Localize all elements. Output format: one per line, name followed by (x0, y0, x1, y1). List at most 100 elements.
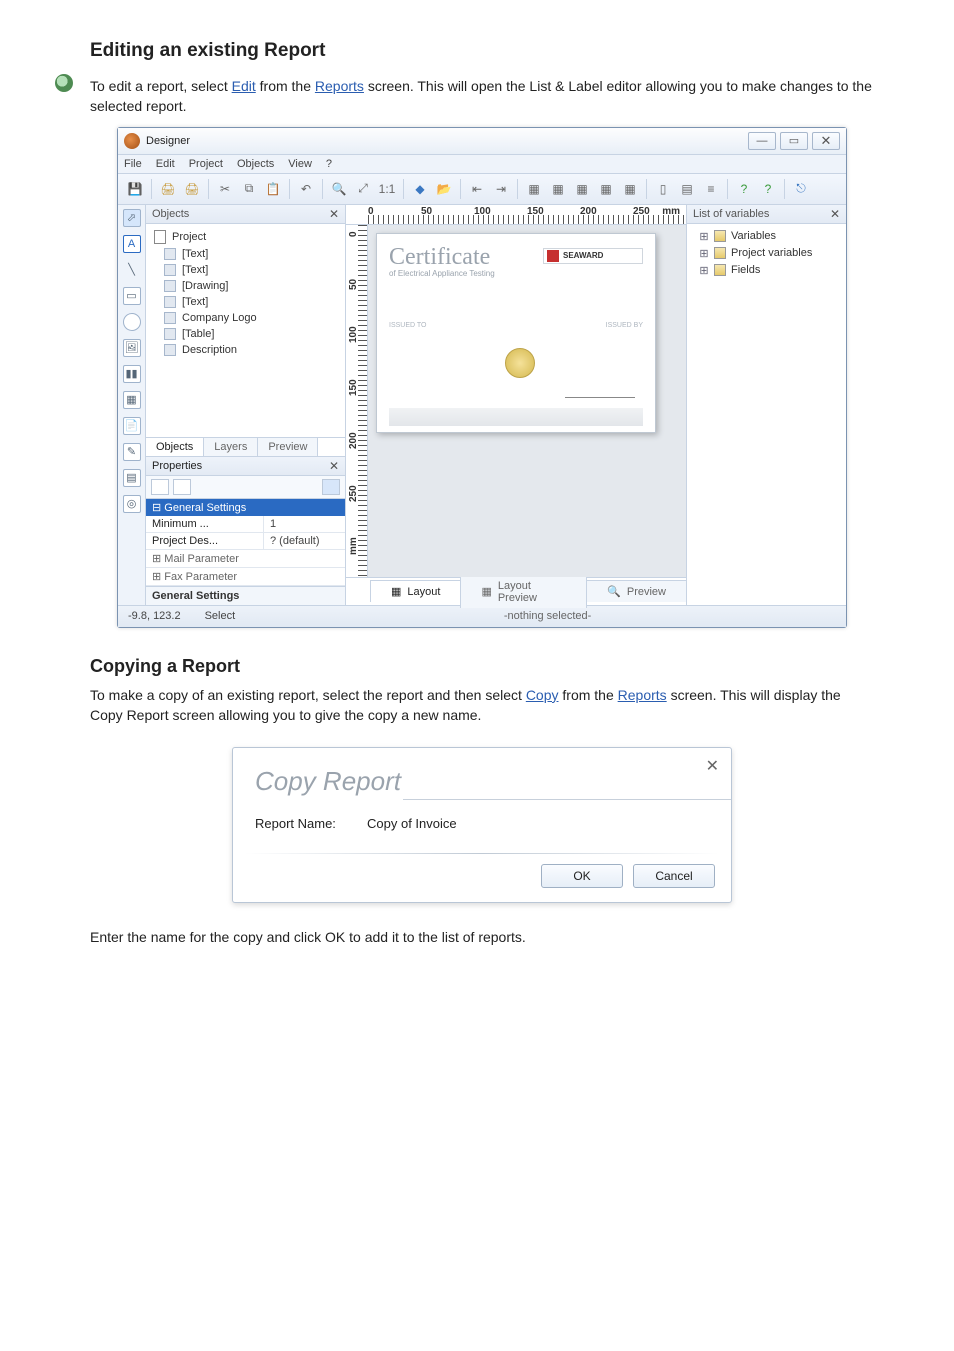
prop-cat-icon[interactable] (151, 479, 169, 495)
close-icon[interactable]: ✕ (830, 207, 840, 221)
tree-item[interactable]: [Drawing] (152, 278, 341, 294)
layoutprev-icon: ▦ (481, 585, 491, 598)
prop-help-icon[interactable] (322, 479, 340, 495)
align-icon[interactable]: ▦ (523, 178, 545, 200)
align5-icon[interactable]: ▦ (619, 178, 641, 200)
align3-icon[interactable]: ▦ (571, 178, 593, 200)
report-name-input[interactable] (367, 816, 709, 831)
copy-report-dialog: ✕ Copy Report Report Name: OK Cancel (232, 747, 732, 903)
print-preview-icon[interactable]: 🖨 (181, 178, 203, 200)
text-tool-icon[interactable]: A (123, 235, 141, 253)
prop-row[interactable]: Minimum ...1 (146, 516, 345, 533)
properties-tools (146, 476, 345, 499)
formattext-tool-icon[interactable]: 📄 (123, 417, 141, 435)
template-tool-icon[interactable]: ▤ (123, 469, 141, 487)
prop-collapse[interactable]: ⊞ Fax Parameter (146, 568, 345, 586)
tree-item[interactable]: [Text] (152, 262, 341, 278)
canvas-tabs: ▦Layout ▦Layout Preview 🔍Preview (346, 577, 686, 605)
ole-tool-icon[interactable]: ◎ (123, 495, 141, 513)
close-icon[interactable]: ✕ (706, 756, 719, 776)
reports-link[interactable]: Reports (618, 687, 667, 703)
minimize-button[interactable]: — (748, 132, 776, 150)
cert-subtitle: of Electrical Appliance Testing (389, 269, 643, 278)
print-icon[interactable]: 🖨 (157, 178, 179, 200)
edit-link[interactable]: Edit (232, 78, 256, 94)
titlebar: Designer — ▭ ✕ (118, 128, 846, 155)
tree-root[interactable]: Project (152, 228, 341, 246)
ellipse-tool-icon[interactable] (123, 313, 141, 331)
align4-icon[interactable]: ▦ (595, 178, 617, 200)
table-tool-icon[interactable]: ▦ (123, 391, 141, 409)
issued-row: ISSUED TO ISSUED BY (389, 322, 643, 329)
image-tool-icon[interactable]: 🖼 (123, 339, 141, 357)
align8-icon[interactable]: ≡ (700, 178, 722, 200)
tab-preview[interactable]: Preview (258, 438, 318, 456)
props-section[interactable]: ⊟ General Settings (146, 499, 345, 516)
save-icon[interactable]: 💾 (124, 178, 146, 200)
undo-icon[interactable]: ↶ (295, 178, 317, 200)
var-node[interactable]: ⊞Project variables (693, 245, 840, 262)
menu-help[interactable]: ? (326, 158, 332, 170)
tree-item[interactable]: [Text] (152, 246, 341, 262)
zoom-icon[interactable]: 🔍 (328, 178, 350, 200)
tree-item[interactable]: [Text] (152, 294, 341, 310)
menu-file[interactable]: File (124, 158, 142, 170)
tab-layers[interactable]: Layers (204, 438, 258, 456)
item-icon (164, 248, 176, 260)
ok-button[interactable]: OK (541, 864, 623, 888)
cut-icon[interactable]: ✂ (214, 178, 236, 200)
properties-head: Properties ✕ (146, 457, 345, 476)
page-prev-icon[interactable]: ⇤ (466, 178, 488, 200)
cancel-button[interactable]: Cancel (633, 864, 715, 888)
align7-icon[interactable]: ▤ (676, 178, 698, 200)
menu-project[interactable]: Project (189, 158, 223, 170)
tab-layout[interactable]: ▦Layout (370, 580, 461, 602)
tab-objects[interactable]: Objects (146, 438, 204, 456)
help-icon[interactable]: ? (733, 178, 755, 200)
tab-preview[interactable]: 🔍Preview (586, 580, 687, 602)
menu-view[interactable]: View (288, 158, 312, 170)
prop-collapse[interactable]: ⊞ Mail Parameter (146, 550, 345, 568)
menu-objects[interactable]: Objects (237, 158, 274, 170)
tree-item[interactable]: Description (152, 342, 341, 358)
tree-item[interactable]: Company Logo (152, 310, 341, 326)
prop-sort-icon[interactable] (173, 479, 191, 495)
app-icon (124, 133, 140, 149)
copy-icon[interactable]: ⧉ (238, 178, 260, 200)
page-next-icon[interactable]: ⇥ (490, 178, 512, 200)
exit-icon[interactable]: ⎋ (790, 178, 812, 200)
maximize-button[interactable]: ▭ (780, 132, 808, 150)
barcode-tool-icon[interactable]: ▮▮ (123, 365, 141, 383)
copy-paragraph: To make a copy of an existing report, se… (90, 685, 874, 726)
folder-icon (714, 247, 726, 259)
txt: To make a copy of an existing report, se… (90, 687, 526, 703)
zoom-fit-icon[interactable]: 1:1 (376, 178, 398, 200)
tree-item[interactable]: [Table] (152, 326, 341, 342)
zoom-out-icon[interactable]: ⤢ (352, 178, 374, 200)
listlabel-icon (55, 74, 73, 92)
close-button[interactable]: ✕ (812, 132, 840, 150)
properties-label: Properties (152, 460, 202, 472)
close-icon[interactable]: ✕ (329, 459, 339, 473)
var-node[interactable]: ⊞Fields (693, 262, 840, 279)
prop-row[interactable]: Project Des...? (default) (146, 533, 345, 550)
signature-line (565, 386, 635, 398)
align2-icon[interactable]: ▦ (547, 178, 569, 200)
intro-paragraph: To edit a report, select Edit from the R… (90, 76, 874, 117)
tool-blue-icon[interactable]: ◆ (409, 178, 431, 200)
var-node[interactable]: ⊞Variables (693, 228, 840, 245)
form-tool-icon[interactable]: ✎ (123, 443, 141, 461)
tool-folder-icon[interactable]: 📂 (433, 178, 455, 200)
copy-link[interactable]: Copy (526, 687, 559, 703)
menu-edit[interactable]: Edit (156, 158, 175, 170)
pointer-tool-icon[interactable]: ⬀ (123, 209, 141, 227)
tab-layout-preview[interactable]: ▦Layout Preview (460, 575, 587, 608)
close-icon[interactable]: ✕ (329, 207, 339, 221)
rect-tool-icon[interactable]: ▭ (123, 287, 141, 305)
line-tool-icon[interactable]: ╲ (123, 261, 141, 279)
help2-icon[interactable]: ? (757, 178, 779, 200)
paste-icon[interactable]: 📋 (262, 178, 284, 200)
reports-link[interactable]: Reports (315, 78, 364, 94)
design-stage[interactable]: Certificate of Electrical Appliance Test… (368, 225, 686, 577)
align6-icon[interactable]: ▯ (652, 178, 674, 200)
